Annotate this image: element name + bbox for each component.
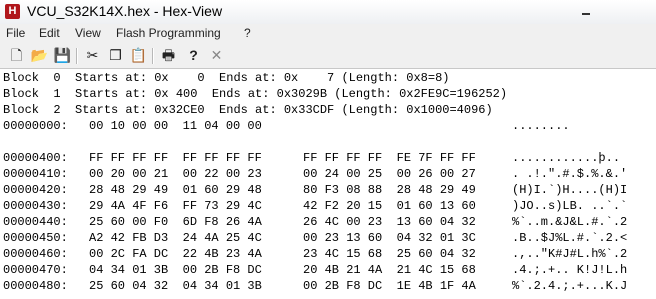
row-hex-bytes-low[interactable]: A2 42 FB D3 24 4A 25 4C (89, 232, 262, 245)
hex-row[interactable]: 00000440: 25 60 00 F0 6D F8 26 4A 26 4C … (0, 216, 656, 229)
block-info-line: Block 0 Starts at: 0x 0 Ends at: 0x 7 (L… (3, 71, 450, 85)
row-hex-bytes-low[interactable]: 00 2C FA DC 22 4B 23 4A (89, 248, 262, 261)
block-info-line: Block 1 Starts at: 0x 400 Ends at: 0x302… (3, 87, 508, 101)
row-ascii[interactable]: ........ (512, 120, 570, 133)
window-title: VCU_S32K14X.hex - Hex-View (27, 3, 223, 19)
hex-row[interactable]: 00000470: 04 34 01 3B 00 2B F8 DC 20 4B … (0, 264, 656, 277)
toolbar-separator (76, 48, 78, 64)
row-hex-bytes-low[interactable]: 25 60 04 32 04 34 01 3B (89, 280, 262, 293)
help-icon[interactable]: ? (185, 47, 202, 64)
row-ascii[interactable]: ............þ.. (512, 152, 620, 165)
minimize-icon[interactable] (580, 5, 592, 17)
hex-row[interactable]: 00000450: A2 42 FB D3 24 4A 25 4C 00 23 … (0, 232, 656, 245)
row-address: 00000450: (3, 231, 68, 245)
save-icon[interactable]: 💾 (54, 47, 71, 64)
toolbar: 🗋 📂 💾 ✂ ❐ 📋 🖶 ? ✕ (0, 44, 656, 69)
copy-icon[interactable]: ❐ (107, 47, 124, 64)
row-address: 00000440: (3, 215, 68, 229)
open-folder-icon[interactable]: 📂 (31, 47, 48, 64)
paste-icon[interactable]: 📋 (130, 47, 147, 64)
row-hex-bytes-high[interactable]: 00 24 00 25 00 26 00 27 (303, 168, 476, 181)
block-info-line: Block 2 Starts at: 0x32CE0 Ends at: 0x33… (3, 103, 493, 117)
hex-row[interactable]: 00000430: 29 4A 4F F6 FF 73 29 4C 42 F2 … (0, 200, 656, 213)
row-hex-bytes-high[interactable]: 00 23 13 60 04 32 01 3C (303, 232, 476, 245)
hex-row[interactable]: 00000480: 25 60 04 32 04 34 01 3B 00 2B … (0, 280, 656, 293)
row-address: 00000410: (3, 167, 68, 181)
menu-file[interactable]: File (6, 26, 25, 40)
row-hex-bytes-low[interactable]: 04 34 01 3B 00 2B F8 DC (89, 264, 262, 277)
row-hex-bytes-high[interactable]: 23 4C 15 68 25 60 04 32 (303, 248, 476, 261)
row-address: 00000470: (3, 263, 68, 277)
row-ascii[interactable]: %`.2.4.;.+...K.J (512, 280, 627, 293)
row-ascii[interactable]: . .!.".#.$.%.&.' (512, 168, 627, 181)
row-ascii[interactable]: (H)I.`)H....(H)I (512, 184, 627, 197)
toolbar-separator (152, 48, 154, 64)
row-hex-bytes-high[interactable]: 26 4C 00 23 13 60 04 32 (303, 216, 476, 229)
row-ascii[interactable]: .4.;.+.. K!J!L.h (512, 264, 627, 277)
hex-row[interactable]: 00000420: 28 48 29 49 01 60 29 48 80 F3 … (0, 184, 656, 197)
hex-row[interactable]: 00000000: 00 10 00 00 11 04 00 00 ......… (0, 120, 656, 133)
hex-row[interactable]: 00000460: 00 2C FA DC 22 4B 23 4A 23 4C … (0, 248, 656, 261)
row-hex-bytes-high[interactable]: 80 F3 08 88 28 48 29 49 (303, 184, 476, 197)
hex-view-app-icon: H (5, 4, 20, 19)
row-hex-bytes-high[interactable]: FF FF FF FF FE 7F FF FF (303, 152, 476, 165)
row-ascii[interactable]: .,.."K#J#L.h%`.2 (512, 248, 627, 261)
row-hex-bytes-low[interactable]: 28 48 29 49 01 60 29 48 (89, 184, 262, 197)
menu-help[interactable]: ? (244, 26, 251, 40)
row-hex-bytes-low[interactable]: 29 4A 4F F6 FF 73 29 4C (89, 200, 262, 213)
menu-edit[interactable]: Edit (39, 26, 60, 40)
menu-bar: File Edit View Flash Programming ? (0, 24, 656, 44)
row-address: 00000430: (3, 199, 68, 213)
row-hex-bytes-low[interactable]: 25 60 00 F0 6D F8 26 4A (89, 216, 262, 229)
title-bar: H VCU_S32K14X.hex - Hex-View (0, 0, 656, 24)
row-address: 00000000: (3, 119, 68, 133)
print-icon[interactable]: 🖶 (160, 47, 177, 64)
row-address: 00000480: (3, 279, 68, 293)
row-ascii[interactable]: %`..m.&J&L.#.`.2 (512, 216, 627, 229)
hex-row[interactable]: 00000400: FF FF FF FF FF FF FF FF FF FF … (0, 152, 656, 165)
row-hex-bytes[interactable]: 00 10 00 00 11 04 00 00 (89, 120, 262, 133)
cut-icon[interactable]: ✂ (84, 47, 101, 64)
menu-view[interactable]: View (75, 26, 101, 40)
row-hex-bytes-high[interactable]: 20 4B 21 4A 21 4C 15 68 (303, 264, 476, 277)
row-address: 00000460: (3, 247, 68, 261)
row-ascii[interactable]: )JO..s)LB. ..`.` (512, 200, 627, 213)
row-ascii[interactable]: .B..$J%L.#.`.2.< (512, 232, 627, 245)
close-icon[interactable]: ✕ (208, 47, 225, 64)
menu-flash-programming[interactable]: Flash Programming (116, 26, 221, 40)
row-address: 00000420: (3, 183, 68, 197)
row-hex-bytes-high[interactable]: 42 F2 20 15 01 60 13 60 (303, 200, 476, 213)
row-hex-bytes-low[interactable]: FF FF FF FF FF FF FF FF (89, 152, 262, 165)
hex-row[interactable]: 00000410: 00 20 00 21 00 22 00 23 00 24 … (0, 168, 656, 181)
new-file-icon[interactable]: 🗋 (8, 47, 25, 64)
row-address: 00000400: (3, 151, 68, 165)
row-hex-bytes-high[interactable]: 00 2B F8 DC 1E 4B 1F 4A (303, 280, 476, 293)
hex-view-content[interactable]: Block 0 Starts at: 0x 0 Ends at: 0x 7 (L… (0, 69, 656, 299)
row-hex-bytes-low[interactable]: 00 20 00 21 00 22 00 23 (89, 168, 262, 181)
